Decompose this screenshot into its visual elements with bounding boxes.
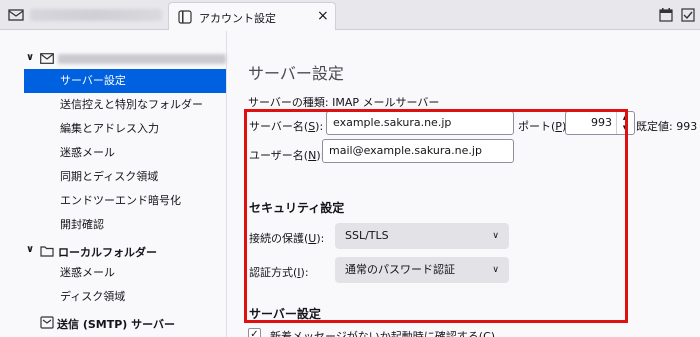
sidebar-item-junk[interactable]: 迷惑メール	[24, 141, 226, 165]
startup-check-checkbox[interactable]: ✓	[248, 328, 261, 337]
server-type-text: サーバーの種類: IMAP メールサーバー	[248, 96, 440, 109]
account-row[interactable]: ∨	[26, 51, 226, 69]
sidebar-item-server-settings[interactable]: サーバー設定	[24, 69, 226, 93]
sidebar-item-composition[interactable]: 編集とアドレス入力	[24, 117, 226, 141]
sidebar-item-e2e[interactable]: エンドツーエンド暗号化	[24, 189, 226, 213]
folder-icon	[40, 246, 54, 257]
sidebar-item-sync[interactable]: 同期とディスク領域	[24, 165, 226, 189]
blurred-account-name	[58, 54, 226, 64]
sidebar-item-local-disk[interactable]: ディスク領域	[24, 285, 226, 309]
blurred-tab[interactable]	[30, 9, 162, 21]
close-icon[interactable]: ×	[317, 8, 329, 24]
settings-tab-icon	[178, 10, 192, 24]
sidebar-item-local-junk[interactable]: 迷惑メール	[24, 261, 226, 285]
sidebar-item-receipts[interactable]: 開封確認	[24, 213, 226, 237]
chevron-down-icon[interactable]: ∨	[26, 244, 34, 255]
port-default: 既定値: 993	[636, 120, 698, 133]
smtp-server-row[interactable]: 送信 (SMTP) サーバー	[40, 315, 226, 333]
startup-check-label: 新着メッセージがないか起動時に確認する(C)	[270, 330, 496, 337]
mail-account-icon	[40, 53, 54, 64]
calendar-icon[interactable]	[658, 7, 674, 23]
chevron-down-icon[interactable]: ∨	[26, 52, 34, 63]
local-folders-row[interactable]: ∨ ローカルフォルダー	[26, 243, 226, 261]
tasks-icon[interactable]	[680, 7, 696, 23]
highlight-box	[244, 109, 628, 323]
mail-icon[interactable]	[8, 8, 24, 22]
local-folders-label: ローカルフォルダー	[58, 246, 157, 259]
settings-main: サーバー設定 サーバーの種類: IMAP メールサーバー サーバー名(S): e…	[228, 31, 700, 337]
tab-bar: アカウント設定 ×	[0, 0, 700, 30]
sidebar-item-copies-folders[interactable]: 送信控えと特別なフォルダー	[24, 93, 226, 117]
server-settings-heading: サーバー設定	[249, 307, 321, 321]
tab-account-settings[interactable]: アカウント設定 ×	[168, 2, 336, 30]
outgoing-server-icon	[40, 316, 54, 329]
smtp-label: 送信 (SMTP) サーバー	[57, 318, 176, 331]
page-title: サーバー設定	[248, 64, 344, 83]
account-sidebar: ∨ サーバー設定 送信控えと特別なフォルダー 編集とアドレス入力 迷惑メール 同…	[0, 31, 227, 337]
tab-label: アカウント設定	[199, 12, 276, 25]
